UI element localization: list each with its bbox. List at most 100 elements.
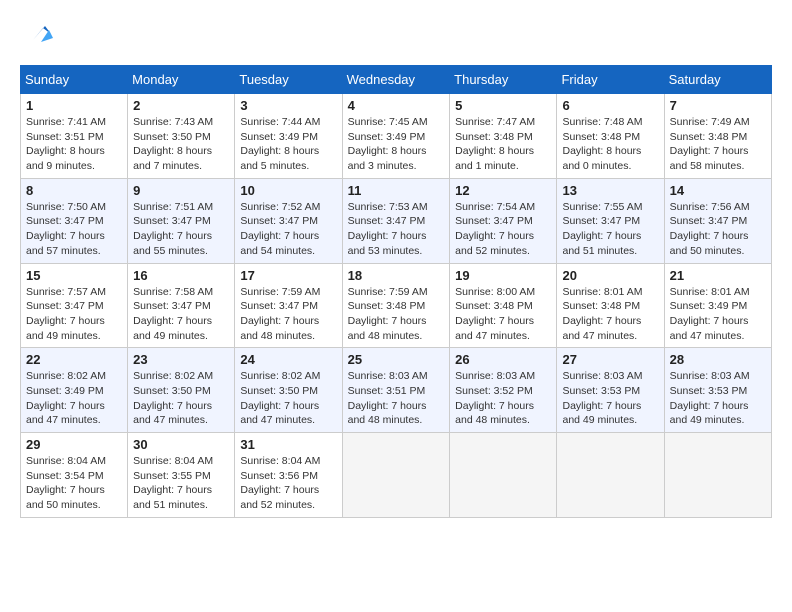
day-number: 22 — [26, 352, 122, 367]
day-number: 9 — [133, 183, 229, 198]
calendar-body: 1 Sunrise: 7:41 AMSunset: 3:51 PMDaylight… — [21, 94, 772, 518]
day-detail: Sunrise: 8:03 AMSunset: 3:52 PMDaylight:… — [455, 369, 551, 428]
day-detail: Sunrise: 7:44 AMSunset: 3:49 PMDaylight:… — [240, 115, 336, 174]
weekday-header-cell: Saturday — [664, 66, 771, 94]
calendar-day-cell: 7 Sunrise: 7:49 AMSunset: 3:48 PMDaylight… — [664, 94, 771, 179]
day-number: 5 — [455, 98, 551, 113]
calendar-week-row: 15 Sunrise: 7:57 AMSunset: 3:47 PMDayligh… — [21, 263, 772, 348]
calendar-day-cell: 11 Sunrise: 7:53 AMSunset: 3:47 PMDayligh… — [342, 178, 450, 263]
calendar-day-cell: 5 Sunrise: 7:47 AMSunset: 3:48 PMDaylight… — [450, 94, 557, 179]
calendar-day-cell: 27 Sunrise: 8:03 AMSunset: 3:53 PMDayligh… — [557, 348, 664, 433]
calendar-day-cell: 1 Sunrise: 7:41 AMSunset: 3:51 PMDaylight… — [21, 94, 128, 179]
calendar-day-cell: 8 Sunrise: 7:50 AMSunset: 3:47 PMDaylight… — [21, 178, 128, 263]
day-detail: Sunrise: 8:04 AMSunset: 3:56 PMDaylight:… — [240, 454, 336, 513]
weekday-header-cell: Sunday — [21, 66, 128, 94]
day-detail: Sunrise: 7:41 AMSunset: 3:51 PMDaylight:… — [26, 115, 122, 174]
day-detail: Sunrise: 7:47 AMSunset: 3:48 PMDaylight:… — [455, 115, 551, 174]
calendar-table: SundayMondayTuesdayWednesdayThursdayFrid… — [20, 65, 772, 518]
calendar-day-cell: 30 Sunrise: 8:04 AMSunset: 3:55 PMDayligh… — [128, 433, 235, 518]
weekday-header-cell: Tuesday — [235, 66, 342, 94]
calendar-day-cell: 31 Sunrise: 8:04 AMSunset: 3:56 PMDayligh… — [235, 433, 342, 518]
day-number: 6 — [562, 98, 658, 113]
day-number: 19 — [455, 268, 551, 283]
day-detail: Sunrise: 7:59 AMSunset: 3:47 PMDaylight:… — [240, 285, 336, 344]
day-detail: Sunrise: 7:48 AMSunset: 3:48 PMDaylight:… — [562, 115, 658, 174]
day-number: 24 — [240, 352, 336, 367]
day-number: 27 — [562, 352, 658, 367]
day-detail: Sunrise: 8:02 AMSunset: 3:50 PMDaylight:… — [240, 369, 336, 428]
calendar-day-cell: 14Sunrise: 7:56 AMSunset: 3:47 PMDayligh… — [664, 178, 771, 263]
day-detail: Sunrise: 8:03 AMSunset: 3:53 PMDaylight:… — [562, 369, 658, 428]
day-detail: Sunrise: 8:00 AMSunset: 3:48 PMDaylight:… — [455, 285, 551, 344]
day-number: 26 — [455, 352, 551, 367]
calendar-day-cell: 20 Sunrise: 8:01 AMSunset: 3:48 PMDayligh… — [557, 263, 664, 348]
calendar-day-cell: 18 Sunrise: 7:59 AMSunset: 3:48 PMDayligh… — [342, 263, 450, 348]
day-number: 15 — [26, 268, 122, 283]
calendar-week-row: 8 Sunrise: 7:50 AMSunset: 3:47 PMDaylight… — [21, 178, 772, 263]
calendar-day-cell: 3 Sunrise: 7:44 AMSunset: 3:49 PMDaylight… — [235, 94, 342, 179]
calendar-day-cell — [450, 433, 557, 518]
day-number: 1 — [26, 98, 122, 113]
calendar-day-cell: 15 Sunrise: 7:57 AMSunset: 3:47 PMDayligh… — [21, 263, 128, 348]
day-number: 18 — [348, 268, 445, 283]
day-detail: Sunrise: 7:53 AMSunset: 3:47 PMDaylight:… — [348, 200, 445, 259]
day-detail: Sunrise: 7:52 AMSunset: 3:47 PMDaylight:… — [240, 200, 336, 259]
day-number: 4 — [348, 98, 445, 113]
day-number: 16 — [133, 268, 229, 283]
day-number: 3 — [240, 98, 336, 113]
day-detail: Sunrise: 7:49 AMSunset: 3:48 PMDaylight:… — [670, 115, 766, 174]
day-detail: Sunrise: 7:57 AMSunset: 3:47 PMDaylight:… — [26, 285, 122, 344]
calendar-day-cell: 2Sunrise: 7:43 AMSunset: 3:50 PMDaylight… — [128, 94, 235, 179]
day-number: 20 — [562, 268, 658, 283]
day-detail: Sunrise: 7:54 AMSunset: 3:47 PMDaylight:… — [455, 200, 551, 259]
day-detail: Sunrise: 7:56 AMSunset: 3:47 PMDaylight:… — [670, 200, 766, 259]
calendar-day-cell: 9 Sunrise: 7:51 AMSunset: 3:47 PMDaylight… — [128, 178, 235, 263]
day-detail: Sunrise: 8:03 AMSunset: 3:51 PMDaylight:… — [348, 369, 445, 428]
logo-bird-icon — [23, 20, 53, 50]
calendar-day-cell: 17Sunrise: 7:59 AMSunset: 3:47 PMDayligh… — [235, 263, 342, 348]
weekday-header-cell: Friday — [557, 66, 664, 94]
calendar-day-cell: 24 Sunrise: 8:02 AMSunset: 3:50 PMDayligh… — [235, 348, 342, 433]
day-number: 7 — [670, 98, 766, 113]
calendar-day-cell — [664, 433, 771, 518]
day-number: 8 — [26, 183, 122, 198]
calendar-day-cell: 22Sunrise: 8:02 AMSunset: 3:49 PMDayligh… — [21, 348, 128, 433]
calendar-week-row: 1 Sunrise: 7:41 AMSunset: 3:51 PMDaylight… — [21, 94, 772, 179]
day-number: 13 — [562, 183, 658, 198]
page-header — [20, 20, 772, 55]
day-number: 29 — [26, 437, 122, 452]
day-detail: Sunrise: 7:59 AMSunset: 3:48 PMDaylight:… — [348, 285, 445, 344]
day-number: 31 — [240, 437, 336, 452]
day-number: 28 — [670, 352, 766, 367]
weekday-header-cell: Wednesday — [342, 66, 450, 94]
calendar-day-cell: 10Sunrise: 7:52 AMSunset: 3:47 PMDayligh… — [235, 178, 342, 263]
calendar-day-cell: 13 Sunrise: 7:55 AMSunset: 3:47 PMDayligh… — [557, 178, 664, 263]
day-detail: Sunrise: 7:51 AMSunset: 3:47 PMDaylight:… — [133, 200, 229, 259]
weekday-header-row: SundayMondayTuesdayWednesdayThursdayFrid… — [21, 66, 772, 94]
calendar-day-cell: 23 Sunrise: 8:02 AMSunset: 3:50 PMDayligh… — [128, 348, 235, 433]
day-number: 23 — [133, 352, 229, 367]
day-detail: Sunrise: 8:02 AMSunset: 3:50 PMDaylight:… — [133, 369, 229, 428]
logo — [20, 20, 53, 55]
day-number: 11 — [348, 183, 445, 198]
calendar-day-cell: 26 Sunrise: 8:03 AMSunset: 3:52 PMDayligh… — [450, 348, 557, 433]
day-detail: Sunrise: 8:04 AMSunset: 3:55 PMDaylight:… — [133, 454, 229, 513]
weekday-header-cell: Thursday — [450, 66, 557, 94]
day-detail: Sunrise: 7:45 AMSunset: 3:49 PMDaylight:… — [348, 115, 445, 174]
calendar-day-cell: 29Sunrise: 8:04 AMSunset: 3:54 PMDayligh… — [21, 433, 128, 518]
day-detail: Sunrise: 8:01 AMSunset: 3:49 PMDaylight:… — [670, 285, 766, 344]
day-detail: Sunrise: 7:58 AMSunset: 3:47 PMDaylight:… — [133, 285, 229, 344]
day-detail: Sunrise: 7:50 AMSunset: 3:47 PMDaylight:… — [26, 200, 122, 259]
calendar-day-cell: 19 Sunrise: 8:00 AMSunset: 3:48 PMDayligh… — [450, 263, 557, 348]
day-number: 30 — [133, 437, 229, 452]
calendar-day-cell: 28Sunrise: 8:03 AMSunset: 3:53 PMDayligh… — [664, 348, 771, 433]
calendar-day-cell: 25Sunrise: 8:03 AMSunset: 3:51 PMDayligh… — [342, 348, 450, 433]
day-detail: Sunrise: 8:01 AMSunset: 3:48 PMDaylight:… — [562, 285, 658, 344]
calendar-week-row: 22Sunrise: 8:02 AMSunset: 3:49 PMDayligh… — [21, 348, 772, 433]
calendar-day-cell — [557, 433, 664, 518]
calendar-day-cell: 16 Sunrise: 7:58 AMSunset: 3:47 PMDayligh… — [128, 263, 235, 348]
day-detail: Sunrise: 7:43 AMSunset: 3:50 PMDaylight:… — [133, 115, 229, 174]
calendar-day-cell: 6 Sunrise: 7:48 AMSunset: 3:48 PMDaylight… — [557, 94, 664, 179]
calendar-day-cell: 21Sunrise: 8:01 AMSunset: 3:49 PMDayligh… — [664, 263, 771, 348]
day-detail: Sunrise: 7:55 AMSunset: 3:47 PMDaylight:… — [562, 200, 658, 259]
